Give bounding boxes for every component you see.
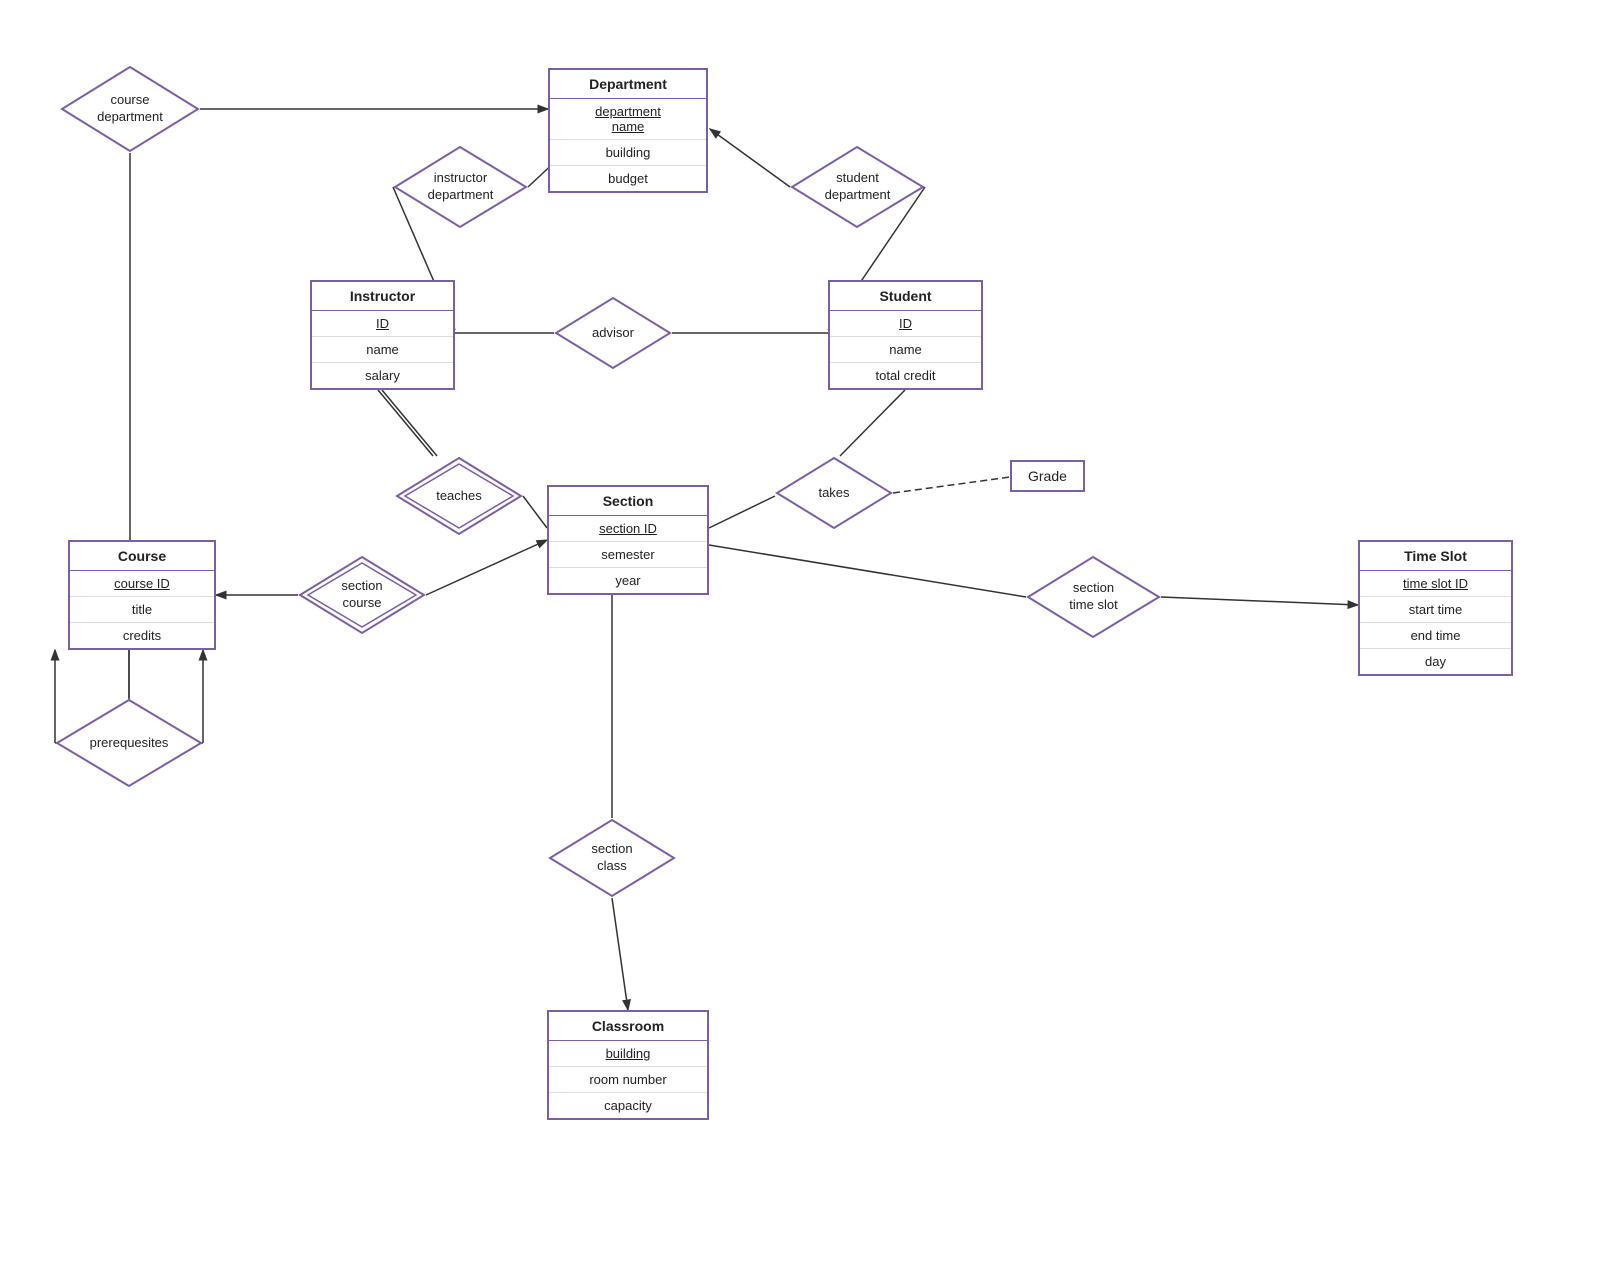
timeslot-title: Time Slot bbox=[1360, 542, 1511, 571]
advisor-diamond: advisor bbox=[554, 296, 672, 370]
takes-diamond: takes bbox=[775, 456, 893, 530]
classroom-attr-room: room number bbox=[549, 1067, 707, 1093]
course-entity: Course course ID title credits bbox=[68, 540, 216, 650]
timeslot-attr-end: end time bbox=[1360, 623, 1511, 649]
teaches-diamond: teaches bbox=[395, 456, 523, 536]
instructor-attr-id: ID bbox=[312, 311, 453, 337]
section-attr-semester: semester bbox=[549, 542, 707, 568]
section-title: Section bbox=[549, 487, 707, 516]
course-attr-id: course ID bbox=[70, 571, 214, 597]
instructor-department-label: instructordepartment bbox=[428, 170, 494, 204]
instructor-attr-name: name bbox=[312, 337, 453, 363]
course-attr-credits: credits bbox=[70, 623, 214, 648]
student-attr-credit: total credit bbox=[830, 363, 981, 388]
department-entity: Department departmentname building budge… bbox=[548, 68, 708, 193]
instructor-entity: Instructor ID name salary bbox=[310, 280, 455, 390]
section-course-diamond: sectioncourse bbox=[298, 555, 426, 635]
course-title: Course bbox=[70, 542, 214, 571]
section-entity: Section section ID semester year bbox=[547, 485, 709, 595]
department-attr-name: departmentname bbox=[550, 99, 706, 140]
department-title: Department bbox=[550, 70, 706, 99]
department-attr-building: building bbox=[550, 140, 706, 166]
student-department-diamond: studentdepartment bbox=[790, 145, 925, 229]
instructor-title: Instructor bbox=[312, 282, 453, 311]
timeslot-attr-start: start time bbox=[1360, 597, 1511, 623]
student-title: Student bbox=[830, 282, 981, 311]
course-attr-title: title bbox=[70, 597, 214, 623]
classroom-attr-capacity: capacity bbox=[549, 1093, 707, 1118]
student-department-label: studentdepartment bbox=[825, 170, 891, 204]
teaches-label: teaches bbox=[436, 488, 482, 505]
takes-label: takes bbox=[818, 485, 849, 502]
student-entity: Student ID name total credit bbox=[828, 280, 983, 390]
department-attr-budget: budget bbox=[550, 166, 706, 191]
timeslot-attr-id: time slot ID bbox=[1360, 571, 1511, 597]
student-attr-name: name bbox=[830, 337, 981, 363]
instructor-department-diamond: instructordepartment bbox=[393, 145, 528, 229]
section-class-label: sectionclass bbox=[591, 841, 632, 875]
student-attr-id: ID bbox=[830, 311, 981, 337]
prerequesites-diamond: prerequesites bbox=[55, 698, 203, 788]
timeslot-attr-day: day bbox=[1360, 649, 1511, 674]
advisor-label: advisor bbox=[592, 325, 634, 342]
course-department-diamond: coursedepartment bbox=[60, 65, 200, 153]
course-department-label: coursedepartment bbox=[97, 92, 163, 126]
classroom-attr-building: building bbox=[549, 1041, 707, 1067]
instructor-attr-salary: salary bbox=[312, 363, 453, 388]
section-timeslot-label: sectiontime slot bbox=[1069, 580, 1117, 614]
prerequesites-label: prerequesites bbox=[90, 735, 169, 752]
classroom-title: Classroom bbox=[549, 1012, 707, 1041]
section-attr-id: section ID bbox=[549, 516, 707, 542]
er-diagram: Department departmentname building budge… bbox=[0, 0, 1600, 1280]
section-class-diamond: sectionclass bbox=[548, 818, 676, 898]
section-attr-year: year bbox=[549, 568, 707, 593]
section-course-label: sectioncourse bbox=[341, 578, 382, 612]
grade-box: Grade bbox=[1010, 460, 1085, 492]
classroom-entity: Classroom building room number capacity bbox=[547, 1010, 709, 1120]
section-timeslot-diamond: sectiontime slot bbox=[1026, 555, 1161, 639]
timeslot-entity: Time Slot time slot ID start time end ti… bbox=[1358, 540, 1513, 676]
